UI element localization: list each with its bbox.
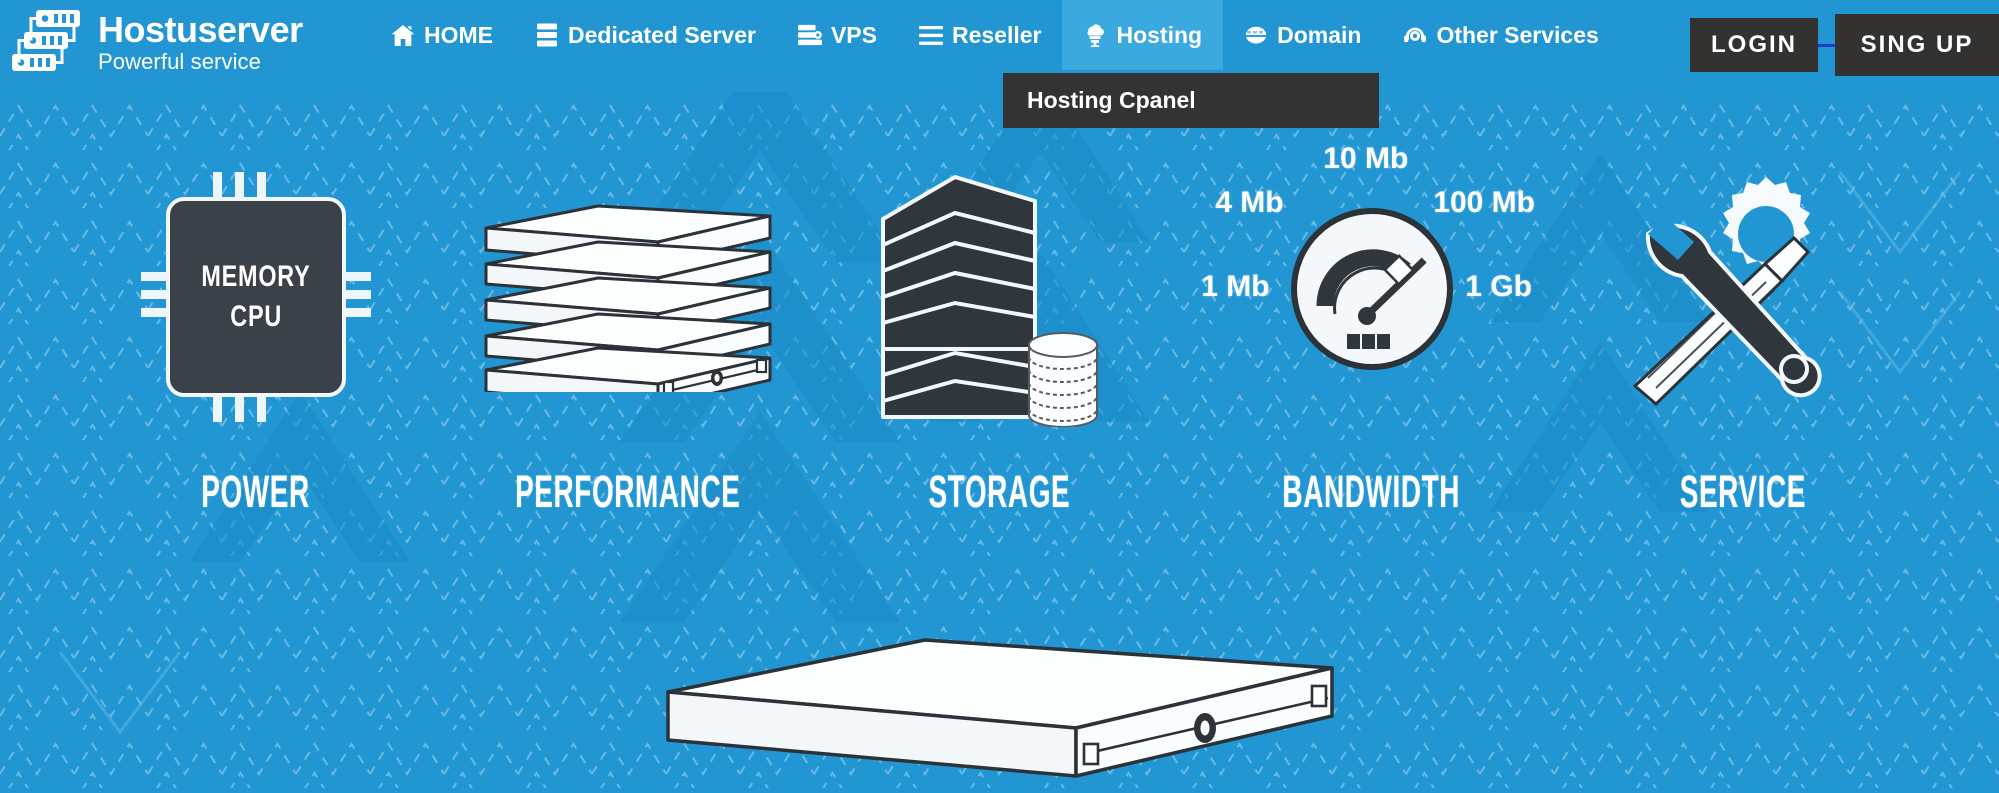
chip-label-cpu: CPU bbox=[230, 300, 282, 333]
feature-bandwidth: 1 Mb 4 Mb 10 Mb 100 Mb 1 Gb BANDWIDTH bbox=[1201, 132, 1541, 518]
feature-label-performance: PERFORMANCE bbox=[515, 466, 741, 517]
nav-label-dedicated-server: Dedicated Server bbox=[568, 21, 756, 48]
nav-item-domain[interactable]: www Domain bbox=[1223, 0, 1382, 70]
brand-logo[interactable]: Hostuserver Powerful service bbox=[10, 8, 303, 74]
headset-support-icon bbox=[1403, 23, 1427, 47]
feature-service: SERVICE bbox=[1573, 132, 1913, 518]
signup-button[interactable]: SING UP bbox=[1835, 14, 1999, 76]
hosting-dropdown-menu: Hosting Cpanel bbox=[1003, 73, 1379, 128]
auth-divider bbox=[1818, 43, 1835, 47]
speedometer-gauge-icon: 1 Mb 4 Mb 10 Mb 100 Mb 1 Gb bbox=[1201, 142, 1541, 452]
feature-storage-art bbox=[829, 132, 1169, 462]
nav-label-reseller: Reseller bbox=[951, 21, 1042, 48]
login-button[interactable]: LOGIN bbox=[1690, 18, 1818, 72]
feature-list: MEMORY CPU POWER PERFORMANCE STORAGE 1 M… bbox=[0, 132, 1999, 642]
main-navigation: HOME Dedicated Server VPS Reseller Hosti… bbox=[370, 0, 1620, 70]
top-navbar: Hostuserver Powerful service HOME Dedica… bbox=[0, 0, 1999, 92]
nav-label-vps: VPS bbox=[830, 21, 877, 48]
feature-power: MEMORY CPU POWER bbox=[86, 132, 426, 518]
gauge-label-10mb: 10 Mb bbox=[1323, 142, 1409, 175]
cpu-chip-body: MEMORY CPU bbox=[165, 197, 346, 397]
dropdown-item-hosting-cpanel[interactable]: Hosting Cpanel bbox=[1027, 87, 1196, 114]
feature-power-art: MEMORY CPU bbox=[86, 132, 426, 462]
hamburger-lines-icon bbox=[918, 23, 943, 47]
www-globe-icon: www bbox=[1244, 23, 1268, 47]
gauge-label-4mb: 4 Mb bbox=[1215, 186, 1284, 219]
nav-label-hosting: Hosting bbox=[1116, 21, 1203, 48]
nav-item-reseller[interactable]: Reseller bbox=[898, 0, 1063, 70]
gauge-label-1mb: 1 Mb bbox=[1201, 270, 1270, 303]
feature-bandwidth-art: 1 Mb 4 Mb 10 Mb 100 Mb 1 Gb bbox=[1201, 132, 1541, 462]
feature-label-service: SERVICE bbox=[1679, 466, 1807, 517]
single-server-unit-icon bbox=[665, 638, 1334, 778]
vps-server-icon bbox=[797, 23, 822, 47]
brand-title: Hostuserver bbox=[98, 8, 303, 50]
nav-item-vps[interactable]: VPS bbox=[777, 0, 898, 70]
gauge-label-1gb: 1 Gb bbox=[1465, 270, 1532, 303]
nav-item-dedicated-server[interactable]: Dedicated Server bbox=[514, 0, 777, 70]
nav-label-home: HOME bbox=[424, 21, 493, 48]
brand-text: Hostuserver Powerful service bbox=[98, 10, 303, 73]
server-stack-white-icon bbox=[484, 204, 772, 392]
wrench-gear-screwdriver-icon bbox=[1632, 177, 1822, 407]
nav-item-other-services[interactable]: Other Services bbox=[1382, 0, 1619, 70]
nav-item-hosting[interactable]: Hosting bbox=[1062, 0, 1224, 70]
gauge-dial bbox=[1291, 208, 1454, 370]
feature-label-bandwidth: BANDWIDTH bbox=[1282, 466, 1461, 517]
server-icon bbox=[535, 23, 559, 47]
nav-label-domain: Domain bbox=[1277, 21, 1362, 48]
feature-performance-art bbox=[458, 132, 798, 462]
svg-text:w: w bbox=[1246, 30, 1251, 36]
disk-stack-icon bbox=[1028, 332, 1099, 427]
auth-buttons: LOGIN SING UP bbox=[1690, 14, 1999, 76]
feature-service-art bbox=[1573, 132, 1913, 462]
hero-banner: MEMORY CPU POWER PERFORMANCE STORAGE 1 M… bbox=[0, 92, 1999, 793]
server-rack-dark-icon bbox=[881, 175, 1099, 427]
feature-storage: STORAGE bbox=[829, 132, 1169, 518]
cloud-server-icon bbox=[1083, 23, 1107, 47]
nav-label-other-services: Other Services bbox=[1436, 21, 1599, 48]
feature-label-storage: STORAGE bbox=[928, 466, 1071, 517]
nav-item-home[interactable]: HOME bbox=[370, 0, 514, 70]
gauge-label-100mb: 100 Mb bbox=[1433, 186, 1535, 219]
feature-performance: PERFORMANCE bbox=[458, 132, 798, 518]
cpu-chip-icon: MEMORY CPU bbox=[140, 172, 371, 422]
svg-text:w: w bbox=[1258, 30, 1263, 36]
home-icon bbox=[391, 23, 415, 47]
server-stack-icon bbox=[10, 8, 82, 74]
chip-label-memory: MEMORY bbox=[201, 260, 311, 293]
feature-label-power: POWER bbox=[201, 466, 311, 517]
brand-tagline: Powerful service bbox=[98, 48, 261, 74]
svg-text:w: w bbox=[1252, 30, 1257, 36]
